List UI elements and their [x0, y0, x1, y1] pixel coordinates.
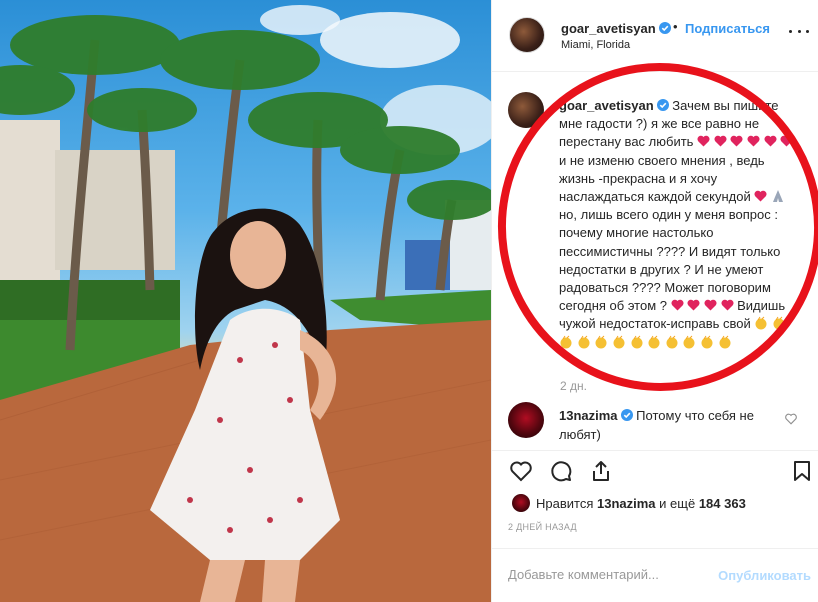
red-heart-icon — [730, 136, 743, 147]
likes-count[interactable]: 184 363 — [699, 496, 746, 511]
praying-hands-icon — [773, 190, 783, 203]
header-separator: • — [673, 19, 678, 34]
caption-timestamp[interactable]: 2 дн. — [560, 379, 587, 393]
post-header: goar_avetisyan • Подписаться Miami, Flor… — [492, 0, 818, 72]
red-heart-icon — [747, 136, 760, 147]
caption-author-avatar[interactable] — [508, 92, 544, 128]
clapping-hands-icon — [613, 335, 625, 349]
clapping-hands-icon — [773, 317, 785, 330]
clapping-hands-icon — [595, 335, 607, 349]
likes-summary[interactable]: Нравится 13nazima и ещё 184 363 — [512, 494, 812, 512]
likes-middle: и ещё — [659, 496, 696, 511]
red-heart-icon — [720, 299, 734, 311]
bookmark-icon[interactable] — [790, 459, 814, 483]
caption-part-2: и не изменю своего мнения , ведь жизнь -… — [559, 152, 765, 205]
red-heart-icon — [697, 136, 710, 147]
like-comment-heart-icon[interactable] — [785, 413, 797, 425]
clapping-hands-icon — [719, 335, 731, 349]
clapping-hands-icon — [755, 317, 767, 330]
author-avatar[interactable] — [509, 17, 545, 53]
liker-avatar — [512, 494, 530, 512]
red-heart-icon — [780, 136, 793, 147]
action-bar — [492, 450, 818, 490]
red-heart-icon — [714, 136, 727, 147]
clapping-hands-icon — [683, 335, 695, 349]
red-heart-icon — [671, 299, 684, 311]
red-heart-icon — [754, 190, 767, 202]
more-options-icon[interactable] — [789, 24, 809, 38]
red-heart-icon — [704, 299, 717, 311]
clapping-hands-icon — [701, 335, 713, 349]
liker-username[interactable]: 13nazima — [597, 496, 656, 511]
verified-badge-icon — [656, 99, 669, 111]
heart-emoji-group-2 — [671, 298, 738, 313]
clapping-hands-icon — [648, 335, 660, 349]
clapping-hands-icon — [578, 335, 590, 349]
add-comment-bar: Опубликовать — [492, 548, 818, 602]
like-heart-icon[interactable] — [509, 459, 533, 483]
publish-button[interactable]: Опубликовать — [718, 568, 811, 583]
verified-badge-icon — [620, 409, 633, 421]
post-panel: goar_avetisyan • Подписаться Miami, Flor… — [491, 0, 818, 602]
comments-area[interactable]: goar_avetisyan Зачем вы пишите мне гадос… — [492, 72, 818, 450]
heart-emoji-group-1 — [697, 134, 793, 149]
comment-text: 13nazima Потому что себя не любят) — [559, 407, 779, 444]
add-comment-input[interactable] — [508, 567, 708, 582]
commenter-avatar[interactable] — [508, 402, 544, 438]
caption-text: goar_avetisyan Зачем вы пишите мне гадос… — [559, 97, 802, 352]
red-heart-icon — [687, 299, 700, 311]
clapping-hands-icon — [631, 335, 642, 349]
verified-badge-icon — [658, 22, 671, 34]
photo-scene — [0, 5, 491, 602]
share-icon[interactable] — [589, 459, 613, 483]
post-location[interactable]: Miami, Florida — [561, 39, 630, 51]
likes-prefix: Нравится — [536, 496, 594, 511]
author-username-wrap[interactable]: goar_avetisyan — [561, 21, 671, 36]
author-username[interactable]: goar_avetisyan — [561, 21, 656, 36]
commenter-username[interactable]: 13nazima — [559, 408, 618, 423]
caption-username[interactable]: goar_avetisyan — [559, 98, 654, 113]
red-heart-icon — [764, 136, 777, 147]
clapping-hands-icon — [560, 335, 572, 349]
post-photo[interactable] — [0, 0, 491, 602]
follow-button[interactable]: Подписаться — [685, 21, 770, 36]
clapping-hands-icon — [666, 335, 678, 349]
comment-bubble-icon[interactable] — [549, 459, 573, 483]
post-date[interactable]: 2 ДНЕЙ НАЗАД — [508, 522, 577, 532]
